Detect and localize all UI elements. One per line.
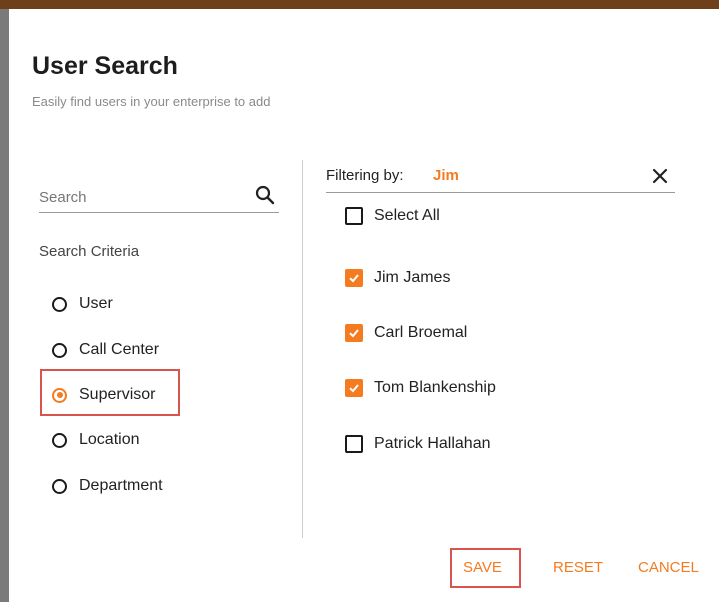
reset-button[interactable]: RESET xyxy=(553,559,603,576)
radio-label: User xyxy=(79,295,113,312)
dialog-subtitle: Easily find users in your enterprise to … xyxy=(32,94,271,109)
filter-label: Filtering by: xyxy=(326,167,404,184)
dialog-title: User Search xyxy=(32,52,178,80)
result-item[interactable]: Patrick Hallahan xyxy=(345,432,491,456)
radio-button-icon xyxy=(52,342,67,358)
close-icon[interactable] xyxy=(650,166,670,186)
filter-value: Jim xyxy=(433,167,459,184)
radio-call-center[interactable]: Call Center xyxy=(52,337,159,363)
radio-label: Department xyxy=(79,477,163,494)
checkbox-label: Carl Broemal xyxy=(374,324,468,341)
checkbox-checked-icon xyxy=(345,269,363,287)
radio-button-icon xyxy=(52,296,67,312)
filter-bar: Filtering by: Jim xyxy=(326,160,675,193)
search-icon[interactable] xyxy=(254,184,276,206)
cancel-button[interactable]: CANCEL xyxy=(638,559,699,576)
checkbox-checked-icon xyxy=(345,324,363,342)
radio-button-icon xyxy=(52,478,67,494)
checkbox-checked-icon xyxy=(345,379,363,397)
search-criteria-label: Search Criteria xyxy=(39,243,140,260)
radio-label: Location xyxy=(79,431,140,448)
result-item[interactable]: Carl Broemal xyxy=(345,321,467,345)
select-all-checkbox[interactable]: Select All xyxy=(345,204,440,228)
search-field xyxy=(39,184,279,213)
result-item[interactable]: Jim James xyxy=(345,266,450,290)
checkbox-label: Select All xyxy=(374,207,440,224)
radio-location[interactable]: Location xyxy=(52,427,140,453)
supervisor-highlight xyxy=(40,369,180,416)
column-divider xyxy=(302,160,303,538)
radio-user[interactable]: User xyxy=(52,291,113,317)
window-left-edge xyxy=(0,9,9,602)
checkbox-icon xyxy=(345,207,363,225)
radio-label: Call Center xyxy=(79,341,160,358)
radio-button-icon xyxy=(52,432,67,448)
radio-department[interactable]: Department xyxy=(52,473,163,499)
checkbox-icon xyxy=(345,435,363,453)
save-button[interactable]: SAVE xyxy=(463,559,502,576)
checkbox-label: Patrick Hallahan xyxy=(374,435,491,452)
checkbox-label: Jim James xyxy=(374,269,451,286)
search-input[interactable] xyxy=(39,184,239,210)
checkbox-label: Tom Blankenship xyxy=(374,379,496,396)
window-top-bar xyxy=(0,0,719,9)
result-item[interactable]: Tom Blankenship xyxy=(345,376,496,400)
